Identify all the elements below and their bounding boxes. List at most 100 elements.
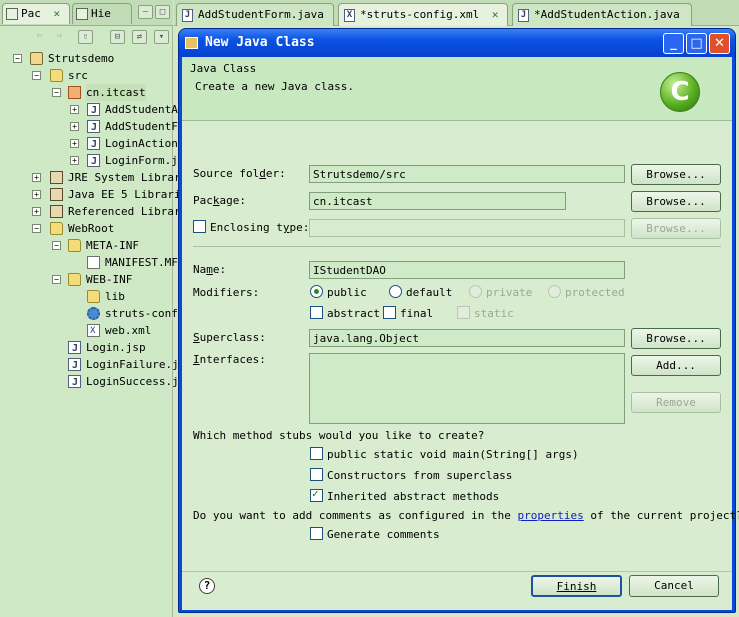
- tree-item[interactable]: MANIFEST.MF: [0, 254, 178, 271]
- tree-item[interactable]: LoginFailure.j: [0, 356, 179, 374]
- expand-icon[interactable]: +: [70, 139, 79, 148]
- tree-item[interactable]: − META-INF: [0, 237, 173, 254]
- tree-item[interactable]: + AddStudentA: [0, 101, 178, 119]
- maximize-view-icon[interactable]: □: [155, 5, 170, 19]
- minimize-button[interactable]: _: [663, 33, 684, 54]
- wizard-header: Java Class Create a new Java class. C: [182, 57, 732, 121]
- expand-icon[interactable]: +: [70, 122, 79, 131]
- tree-item-label: LoginSuccess.j: [86, 375, 179, 388]
- minimize-view-icon[interactable]: –: [138, 5, 153, 19]
- superclass-browse-button[interactable]: Browse...: [631, 328, 721, 349]
- class-name-field[interactable]: IStudentDAO: [309, 261, 625, 279]
- cancel-button[interactable]: Cancel: [629, 575, 719, 597]
- folder-icon: [68, 239, 81, 252]
- inherited-methods-checkbox[interactable]: [310, 487, 323, 502]
- tree-item[interactable]: − cn.itcast: [0, 84, 173, 101]
- constructors-checkbox[interactable]: [310, 468, 323, 481]
- package-browse-button[interactable]: Browse...: [631, 191, 721, 212]
- expand-icon[interactable]: +: [32, 173, 41, 182]
- expand-icon[interactable]: +: [70, 105, 79, 114]
- source-folder-field[interactable]: Strutsdemo/src: [309, 165, 625, 183]
- java-file-icon: [87, 102, 100, 119]
- tree-item[interactable]: + LoginAction: [0, 135, 178, 153]
- superclass-field[interactable]: java.lang.Object: [309, 329, 625, 347]
- tree-item[interactable]: − WebRoot: [0, 220, 173, 237]
- tab-hierarchy[interactable]: Hie: [72, 3, 132, 24]
- tree-item[interactable]: Login.jsp: [0, 339, 173, 357]
- collapse-icon[interactable]: −: [32, 71, 41, 80]
- dialog-titlebar[interactable]: New Java Class: [179, 29, 735, 57]
- tree-item[interactable]: struts-conf: [0, 305, 178, 322]
- generate-comments-checkbox[interactable]: [310, 527, 323, 540]
- abstract-checkbox[interactable]: [310, 306, 323, 319]
- maximize-button[interactable]: □: [686, 33, 707, 54]
- collapse-icon[interactable]: −: [52, 275, 61, 284]
- source-folder-label: Source folder:: [193, 167, 286, 180]
- forward-arrow-icon[interactable]: ⇨: [52, 30, 67, 44]
- tree-item[interactable]: + Java EE 5 Librari: [0, 186, 181, 203]
- tree-item[interactable]: − src: [0, 67, 173, 84]
- close-icon[interactable]: ✕: [492, 8, 499, 21]
- tree-item[interactable]: lib: [0, 288, 173, 305]
- properties-link[interactable]: properties: [518, 509, 584, 522]
- modifiers-label: Modifiers:: [193, 286, 260, 299]
- collapse-all-icon[interactable]: ⊟: [110, 30, 125, 44]
- add-interface-button[interactable]: Add...: [631, 355, 721, 376]
- back-arrow-icon[interactable]: ⇦: [32, 30, 47, 44]
- expand-icon[interactable]: +: [32, 207, 41, 216]
- link-with-editor-icon[interactable]: ⇄: [132, 30, 147, 44]
- folder-icon: [87, 290, 100, 303]
- finish-button[interactable]: Finish: [531, 575, 622, 597]
- folder-icon: [68, 273, 81, 286]
- main-method-checkbox[interactable]: [310, 447, 323, 460]
- tree-item[interactable]: + JRE System Librar: [0, 169, 181, 186]
- tree-item[interactable]: + AddStudentF: [0, 118, 178, 136]
- source-folder-browse-button[interactable]: Browse...: [631, 164, 721, 185]
- view-menu-icon[interactable]: ▾: [154, 30, 169, 44]
- close-icon[interactable]: ✕: [54, 7, 61, 20]
- static-checkbox[interactable]: [457, 306, 470, 319]
- tree-item-label: AddStudentA: [105, 103, 178, 116]
- tab-struts-config[interactable]: X *struts-config.xml ✕: [338, 3, 508, 26]
- tree-item[interactable]: LoginSuccess.j: [0, 373, 179, 391]
- tree-item-label: Referenced Librar: [68, 205, 181, 218]
- constructors-label: Constructors from superclass: [327, 469, 513, 482]
- remove-interface-button[interactable]: Remove: [631, 392, 721, 413]
- protected-radio[interactable]: [548, 285, 561, 298]
- collapse-icon[interactable]: −: [52, 241, 61, 250]
- tree-item[interactable]: − Strutsdemo: [0, 50, 173, 67]
- collapse-icon[interactable]: −: [52, 88, 61, 97]
- enclosing-type-browse-button[interactable]: Browse...: [631, 218, 721, 239]
- enclosing-type-field[interactable]: [309, 219, 625, 237]
- final-checkbox[interactable]: [383, 306, 396, 319]
- interfaces-list[interactable]: [309, 353, 625, 424]
- expand-icon[interactable]: +: [32, 190, 41, 199]
- tab-addstudentaction[interactable]: J *AddStudentAction.java: [512, 3, 692, 26]
- enclosing-type-checkbox[interactable]: [193, 220, 206, 233]
- dialog-title: New Java Class: [205, 35, 315, 50]
- private-radio[interactable]: [469, 285, 482, 298]
- new-java-class-dialog: New Java Class _ □ ✕ Java Class Create a…: [178, 28, 739, 613]
- tab-package-explorer[interactable]: Pac ✕: [2, 3, 70, 24]
- tab-addstudentform[interactable]: J AddStudentForm.java: [176, 3, 334, 26]
- editor-tabs: J AddStudentForm.java X *struts-config.x…: [174, 0, 739, 26]
- tree-item[interactable]: + LoginForm.j: [0, 152, 178, 170]
- tree-item[interactable]: + Referenced Librar: [0, 203, 181, 220]
- default-radio[interactable]: [389, 285, 402, 298]
- package-explorer-panel: Pac ✕ Hie – □ ⇦ ⇨ ⇧ ⊟ ⇄ ▾ − Strutsdemo − sr…: [0, 0, 181, 617]
- tree-item[interactable]: − WEB-INF: [0, 271, 173, 288]
- package-field[interactable]: cn.itcast: [309, 192, 566, 210]
- expand-icon[interactable]: +: [70, 156, 79, 165]
- collapse-icon[interactable]: −: [32, 224, 41, 233]
- tree-item-label: LoginForm.j: [105, 154, 178, 167]
- close-button[interactable]: ✕: [709, 33, 730, 54]
- tree-item-label: AddStudentF: [105, 120, 178, 133]
- public-radio[interactable]: [310, 285, 323, 298]
- xml-file-icon: [87, 323, 100, 340]
- tree-item[interactable]: web.xml: [0, 322, 173, 340]
- protected-label: protected: [565, 286, 625, 299]
- up-icon[interactable]: ⇧: [78, 30, 93, 44]
- help-icon[interactable]: ?: [199, 578, 215, 594]
- collapse-icon[interactable]: −: [13, 54, 22, 63]
- view-toolbar: ⇦ ⇨ ⇧ ⊟ ⇄ ▾: [0, 26, 173, 48]
